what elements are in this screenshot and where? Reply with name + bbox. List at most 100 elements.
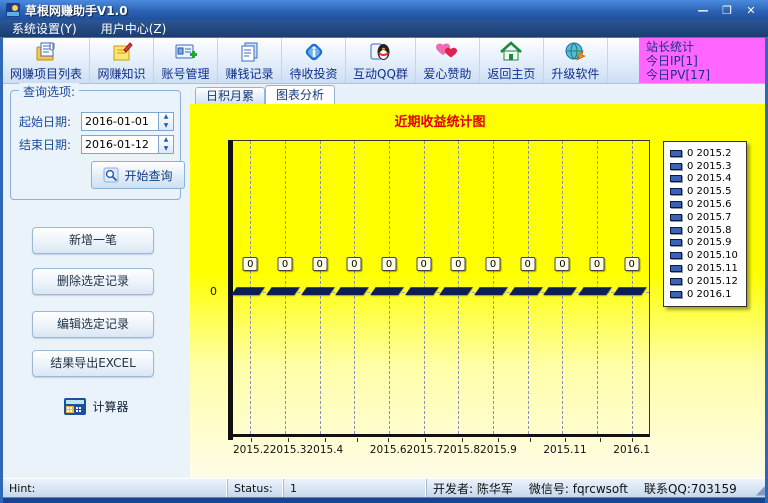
legend-item: 0 2015.6 [670, 198, 738, 211]
contact-qq: 联系QQ:703159 [644, 480, 737, 497]
minimize-icon[interactable]: — [696, 4, 710, 17]
bar [336, 287, 370, 295]
bar [440, 287, 474, 295]
webmaster-stats-box: 站长统计 今日IP[1] 今日PV[17] [639, 38, 765, 83]
window-bottom-border [3, 497, 765, 503]
tab-chart-analysis[interactable]: 图表分析 [265, 85, 335, 104]
y-axis-tick-label: 0 [210, 285, 217, 298]
x-axis-label [343, 444, 370, 458]
app-window: 草根网赚助手V1.0 — ❐ ✕ 系统设置(Y) 用户中心(Z) 网赚项目列表 [0, 0, 768, 503]
chart-legend: 0 2015.2 0 2015.3 0 2015.4 0 2015.5 0 20… [663, 141, 747, 307]
delete-record-button[interactable]: 删除选定记录 [32, 268, 154, 295]
bar-value-label: 0 [624, 257, 639, 271]
account-manage-icon [174, 40, 198, 64]
toolbar-button-label: 升级软件 [551, 65, 599, 82]
chart-column: 0 [268, 141, 303, 434]
bar-value-label: 0 [520, 257, 535, 271]
bar [301, 287, 335, 295]
start-query-label: 开始查询 [124, 167, 172, 184]
bar [370, 287, 404, 295]
calculator-label: 计算器 [92, 398, 128, 415]
bar [266, 287, 300, 295]
bar-value-label: 0 [347, 257, 362, 271]
knowledge-icon [110, 40, 134, 64]
chart-column: 0 [580, 141, 615, 434]
query-panel: 查询选项: 起始日期: ▲▼ 结束日期: ▲▼ 开始查询 新增一笔 删 [3, 84, 190, 478]
toolbar-pending-investment-button[interactable]: 待收投资 [282, 38, 346, 83]
resize-grip[interactable]: ◢ [749, 479, 765, 497]
toolbar-button-label: 赚钱记录 [226, 65, 274, 82]
content-panel: 日积月累 图表分析 近期收益统计图 0 0 0 0 0 0 0 0 0 0 0 … [190, 84, 765, 478]
developer-info: 开发者: 陈华军 微信号: fqrcwsoft 联系QQ:703159 [427, 479, 749, 497]
toolbar-button-label: 待收投资 [290, 65, 338, 82]
legend-marker-icon [670, 201, 682, 208]
x-axis-label: 2015.7 [407, 444, 444, 458]
x-axis-label: 2015.9 [480, 444, 517, 458]
toolbar-donate-button[interactable]: 爱心赞助 [416, 38, 480, 83]
x-axis-label: 2015.4 [307, 444, 344, 458]
toolbar-button-label: 网赚项目列表 [10, 65, 82, 82]
calculator-icon [64, 398, 86, 415]
end-date-input[interactable] [81, 135, 159, 154]
chart-column: 0 [372, 141, 407, 434]
bar-value-label: 0 [243, 257, 258, 271]
start-date-input[interactable] [81, 112, 159, 131]
legend-marker-icon [670, 252, 682, 259]
tab-bar: 日积月累 图表分析 [190, 84, 765, 104]
pending-investment-icon [302, 40, 326, 64]
add-record-button[interactable]: 新增一笔 [32, 227, 154, 254]
tab-daily-accumulation[interactable]: 日积月累 [195, 87, 265, 104]
start-query-button[interactable]: 开始查询 [91, 161, 185, 189]
end-date-spinner[interactable]: ▲▼ [159, 135, 174, 154]
x-axis-label: 2015.2 [233, 444, 270, 458]
bar-value-label: 0 [382, 257, 397, 271]
bar-value-label: 0 [590, 257, 605, 271]
edit-record-button[interactable]: 编辑选定记录 [32, 311, 154, 338]
legend-marker-icon [670, 175, 682, 182]
hint-panel: Hint: [3, 479, 228, 497]
query-options-group: 查询选项: 起始日期: ▲▼ 结束日期: ▲▼ 开始查询 [10, 90, 181, 200]
toolbar-qq-group-button[interactable]: 互动QQ群 [346, 38, 416, 83]
toolbar-button-label: 互动QQ群 [353, 65, 408, 82]
legend-item: 0 2015.5 [670, 185, 738, 198]
toolbar-knowledge-button[interactable]: 网赚知识 [90, 38, 154, 83]
x-axis: 2015.2 2015.3 2015.4 2015.6 2015.7 2015.… [233, 444, 650, 458]
plot-area: 0 0 0 0 0 0 0 0 0 0 0 0 [233, 140, 650, 437]
legend-item: 0 2015.3 [670, 160, 738, 173]
developer-name: 开发者: 陈华军 [433, 480, 513, 497]
legend-item: 0 2015.9 [670, 237, 738, 250]
legend-marker-icon [670, 265, 682, 272]
bar [544, 287, 578, 295]
menu-system-settings[interactable]: 系统设置(Y) [0, 20, 89, 38]
toolbar-home-button[interactable]: 返回主页 [480, 38, 544, 83]
legend-marker-icon [670, 188, 682, 195]
bar [578, 287, 612, 295]
bar [232, 287, 266, 295]
menu-bar: 系统设置(Y) 用户中心(Z) [0, 20, 768, 38]
start-date-spinner[interactable]: ▲▼ [159, 112, 174, 131]
window-title: 草根网赚助手V1.0 [25, 2, 128, 19]
toolbar-button-label: 账号管理 [162, 65, 210, 82]
bar-value-label: 0 [486, 257, 501, 271]
toolbar-money-record-button[interactable]: 赚钱记录 [218, 38, 282, 83]
legend-marker-icon [670, 227, 682, 234]
menu-user-center[interactable]: 用户中心(Z) [89, 20, 179, 38]
legend-item: 0 2015.2 [670, 147, 738, 160]
bar [613, 287, 647, 295]
toolbar-project-list-button[interactable]: 网赚项目列表 [3, 38, 90, 83]
toolbar-account-manage-button[interactable]: 账号管理 [154, 38, 218, 83]
toolbar-upgrade-button[interactable]: 升级软件 [544, 38, 608, 83]
money-record-icon [238, 40, 262, 64]
bar-value-label: 0 [451, 257, 466, 271]
chart-column: 0 [545, 141, 580, 434]
donate-heart-icon [435, 40, 459, 64]
legend-marker-icon [670, 291, 682, 298]
maximize-icon[interactable]: ❐ [720, 4, 734, 17]
legend-item: 0 2015.11 [670, 262, 738, 275]
close-icon[interactable]: ✕ [744, 4, 758, 17]
stats-today-ip: 今日IP[1] [646, 54, 765, 68]
start-date-label: 起始日期: [19, 113, 81, 130]
calculator-button[interactable]: 计算器 [3, 398, 190, 415]
export-excel-button[interactable]: 结果导出EXCEL [32, 350, 154, 377]
search-icon [103, 167, 119, 183]
